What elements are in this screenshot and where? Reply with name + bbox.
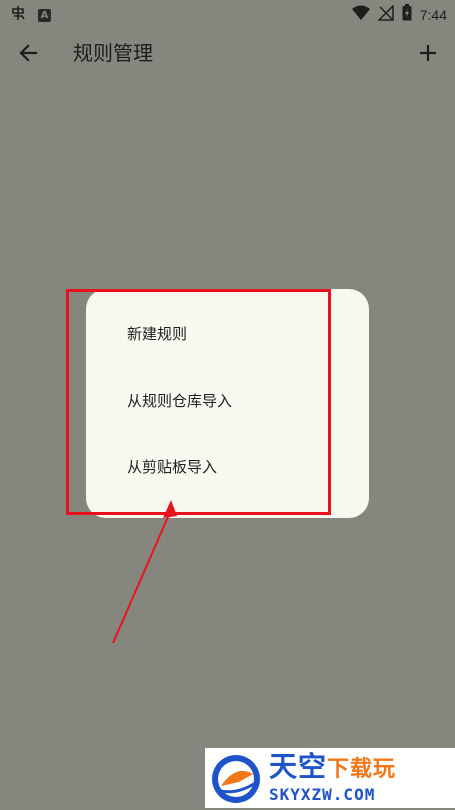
watermark-title: 天空下载玩 <box>269 750 396 787</box>
watermark-logo-icon <box>209 752 263 810</box>
watermark: 天空下载玩 SKYXZW.COM <box>205 748 455 808</box>
annotation-arrow <box>112 500 177 644</box>
watermark-url: SKYXZW.COM <box>269 785 376 804</box>
watermark-title-main: 天空 <box>269 750 328 783</box>
watermark-title-accent: 下载玩 <box>327 757 397 782</box>
